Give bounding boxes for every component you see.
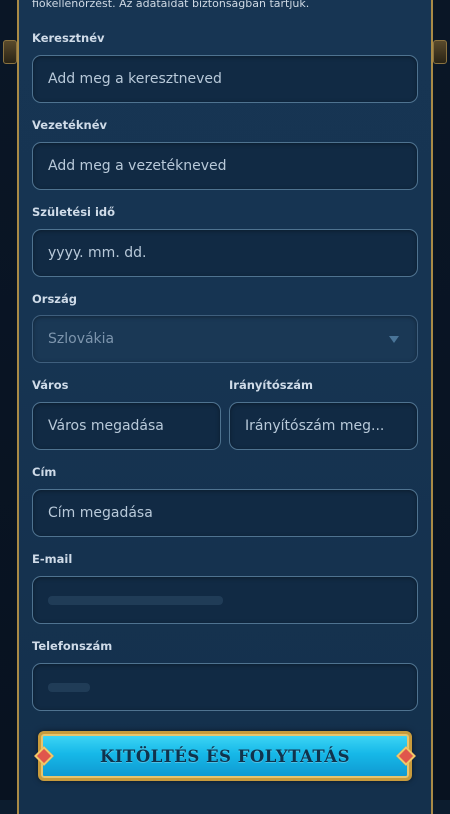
birth-date-placeholder: yyyy. mm. dd. [48, 245, 147, 261]
zip-input[interactable]: Irányítószám meg... [229, 402, 418, 450]
cta-left-gem-icon [30, 736, 58, 776]
address-placeholder: Cím megadása [48, 505, 153, 521]
chevron-down-icon [389, 336, 399, 343]
zip-label: Irányítószám [229, 378, 314, 392]
right-background-edge [432, 0, 450, 800]
left-frame-ornament [3, 40, 17, 64]
city-input[interactable]: Város megadása [32, 402, 221, 450]
first-name-label: Keresztnév [32, 31, 105, 45]
phone-label: Telefonszám [32, 639, 113, 653]
submit-button-wrap: KITÖLTÉS ÉS FOLYTATÁS [32, 728, 418, 784]
email-input[interactable] [32, 576, 418, 624]
cta-right-gem-icon [392, 736, 420, 776]
country-label: Ország [32, 292, 77, 306]
city-label: Város [32, 378, 69, 392]
email-label: E-mail [32, 552, 73, 566]
address-input[interactable]: Cím megadása [32, 489, 418, 537]
zip-placeholder: Irányítószám meg... [245, 418, 385, 434]
country-select[interactable]: Szlovákia [32, 315, 418, 363]
birth-date-input[interactable]: yyyy. mm. dd. [32, 229, 418, 277]
country-value: Szlovákia [48, 331, 115, 347]
last-name-label: Vezetéknév [32, 118, 107, 132]
left-background-edge [0, 0, 18, 800]
first-name-placeholder: Add meg a keresztneved [48, 71, 222, 87]
submit-button[interactable]: KITÖLTÉS ÉS FOLYTATÁS [38, 731, 412, 781]
right-frame-ornament [433, 40, 447, 64]
first-name-input[interactable]: Add meg a keresztneved [32, 55, 418, 103]
last-name-placeholder: Add meg a vezetékneved [48, 158, 227, 174]
city-placeholder: Város megadása [48, 418, 164, 434]
phone-input[interactable] [32, 663, 418, 711]
address-label: Cím [32, 465, 57, 479]
birth-date-label: Születési idő [32, 205, 116, 219]
email-redacted-value [48, 595, 223, 605]
phone-redacted-value [48, 682, 90, 692]
intro-text: fiókellenőrzést. Az adataidat biztonságb… [32, 0, 310, 10]
last-name-input[interactable]: Add meg a vezetékneved [32, 142, 418, 190]
submit-button-label: KITÖLTÉS ÉS FOLYTATÁS [100, 746, 350, 766]
